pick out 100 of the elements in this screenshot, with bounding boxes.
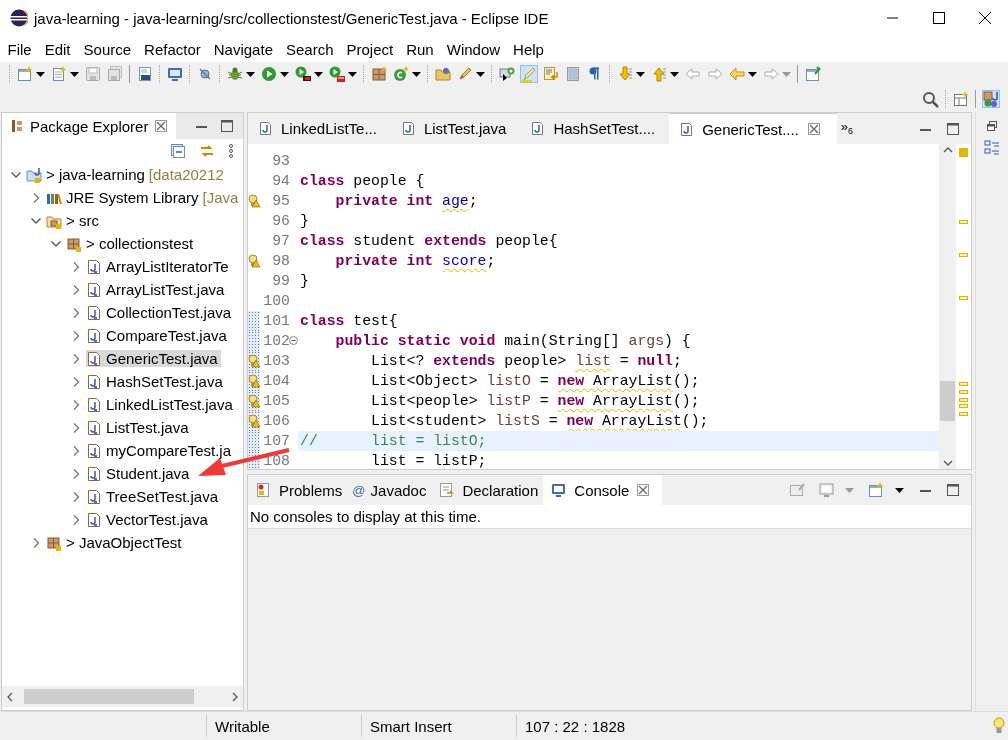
maximize-icon: [933, 12, 945, 24]
tree-item[interactable]: ArrayListIteratorTe: [86, 258, 232, 275]
binary-file-icon[interactable]: [137, 66, 153, 82]
overview-marker[interactable]: [959, 220, 968, 224]
java-file-icon: [86, 350, 102, 367]
overview-marker[interactable]: [959, 404, 968, 408]
panel-tab[interactable]: Console: [543, 475, 663, 505]
new-console-icon[interactable]: [868, 482, 884, 498]
vertical-scrollbar[interactable]: [939, 144, 956, 469]
tree-item[interactable]: TreeSetTest.java: [86, 488, 221, 505]
tree-item[interactable]: > JavaObjectTest: [46, 534, 185, 551]
pin-console-icon[interactable]: [789, 482, 805, 498]
forward-arrow-icon[interactable]: [707, 66, 723, 82]
run-coverage-icon[interactable]: [295, 66, 311, 82]
menu-item[interactable]: Run: [399, 40, 441, 58]
panel-tab[interactable]: @ Javadoc: [347, 475, 432, 505]
code-line: class student extends people{: [299, 232, 559, 251]
search-icon[interactable]: [922, 90, 939, 108]
maximize-icon[interactable]: [946, 483, 960, 497]
save-all-icon[interactable]: [107, 66, 123, 82]
view-menu-icon[interactable]: [228, 144, 234, 158]
overview-marker[interactable]: [959, 398, 968, 402]
tree-item[interactable]: CompareTest.java: [86, 327, 230, 344]
close-icon[interactable]: [807, 123, 820, 135]
menu-item[interactable]: File: [1, 40, 39, 58]
lightbulb-icon[interactable]: [993, 717, 1005, 735]
tree-item[interactable]: myCompareTest.ja: [86, 442, 235, 459]
view-tab[interactable]: Package Explorer: [2, 113, 177, 139]
broken-link-icon[interactable]: [197, 66, 213, 82]
debug-icon[interactable]: [227, 66, 243, 82]
close-icon[interactable]: [155, 120, 168, 132]
highlighter-icon[interactable]: [521, 66, 537, 82]
back-arrow-icon[interactable]: [685, 66, 701, 82]
run-icon[interactable]: [261, 66, 277, 82]
tree-item[interactable]: Student.java: [86, 465, 193, 482]
menu-item[interactable]: Navigate: [207, 40, 280, 58]
open-folder-icon[interactable]: [435, 66, 451, 82]
save-icon[interactable]: [85, 66, 101, 82]
scroll-thumb[interactable]: [940, 381, 955, 421]
editor-tab[interactable]: GenericTest....: [669, 113, 837, 144]
panel-tab[interactable]: Problems: [248, 475, 348, 505]
warning-bulb-icon[interactable]: [248, 194, 261, 208]
tree-item[interactable]: LinkedListTest.java: [86, 396, 236, 413]
warning-bulb-icon[interactable]: [248, 254, 261, 268]
package-icon[interactable]: [371, 66, 387, 82]
java-file-icon: [86, 465, 102, 482]
horizontal-scrollbar[interactable]: [2, 686, 243, 707]
tree-item[interactable]: ListTest.java: [86, 419, 192, 436]
code-line: List<? extends people> list = null;: [370, 352, 683, 371]
collapse-all-icon[interactable]: [170, 143, 186, 159]
menu-item[interactable]: Help: [506, 40, 551, 58]
scroll-right-icon[interactable]: [230, 690, 240, 703]
close-icon[interactable]: [637, 484, 650, 496]
forward-arrow-icon[interactable]: [763, 66, 779, 82]
scroll-thumb[interactable]: [24, 689, 194, 704]
java-perspective-icon[interactable]: [983, 91, 999, 107]
outline-icon[interactable]: [984, 140, 1000, 156]
overview-marker[interactable]: [959, 382, 968, 386]
maximize-icon[interactable]: [220, 119, 234, 133]
overview-marker[interactable]: [959, 148, 968, 157]
overview-marker[interactable]: [959, 390, 968, 394]
menu-item[interactable]: Source: [77, 40, 138, 58]
tree-item[interactable]: JRE System Library [Java: [46, 189, 242, 206]
scroll-left-icon[interactable]: [5, 690, 15, 703]
run-tool-icon[interactable]: [329, 66, 345, 82]
document-icon[interactable]: [565, 66, 581, 82]
link-editor-icon[interactable]: [199, 144, 215, 158]
menu-item[interactable]: Search: [279, 40, 340, 58]
display-console-icon[interactable]: [819, 482, 834, 498]
search-history-icon[interactable]: [499, 66, 515, 82]
code-line: class test{: [299, 312, 399, 331]
menu-item[interactable]: Window: [440, 40, 507, 58]
tree-item[interactable]: VectorTest.java: [86, 511, 211, 528]
menu-item[interactable]: Project: [340, 40, 400, 58]
panel-tab[interactable]: Declaration: [431, 475, 544, 505]
tree-item[interactable]: > src: [46, 212, 102, 229]
tree-item[interactable]: GenericTest.java: [86, 350, 221, 367]
tree-item[interactable]: HashSetTest.java: [86, 373, 226, 390]
tree-item[interactable]: > collectionstest: [66, 235, 197, 252]
menu-item[interactable]: Edit: [38, 40, 78, 58]
eclipse-logo-icon: [10, 9, 28, 27]
tree-item[interactable]: CollectionTest.java: [86, 304, 235, 321]
fold-icon[interactable]: [289, 336, 298, 345]
monitor-icon[interactable]: [167, 66, 183, 82]
maximize-icon[interactable]: [946, 121, 960, 136]
overview-marker[interactable]: [959, 296, 968, 300]
overview-marker[interactable]: [959, 253, 968, 257]
overview-marker[interactable]: [959, 412, 968, 416]
new-class-icon[interactable]: [393, 66, 409, 82]
line-number: 97: [271, 233, 290, 249]
tree-item[interactable]: ArrayListTest.java: [86, 281, 228, 298]
java-file-icon: [86, 327, 102, 344]
close-icon: [979, 12, 991, 24]
pin-editor-icon[interactable]: [805, 66, 821, 82]
new-perspective-icon[interactable]: [953, 91, 969, 107]
restore-icon[interactable]: [985, 120, 999, 132]
word-wrap-icon[interactable]: [543, 66, 559, 82]
menu-item[interactable]: Refactor: [137, 40, 208, 58]
tree-item[interactable]: > java-learning [data20212: [26, 166, 227, 183]
problems-icon: [256, 482, 271, 498]
